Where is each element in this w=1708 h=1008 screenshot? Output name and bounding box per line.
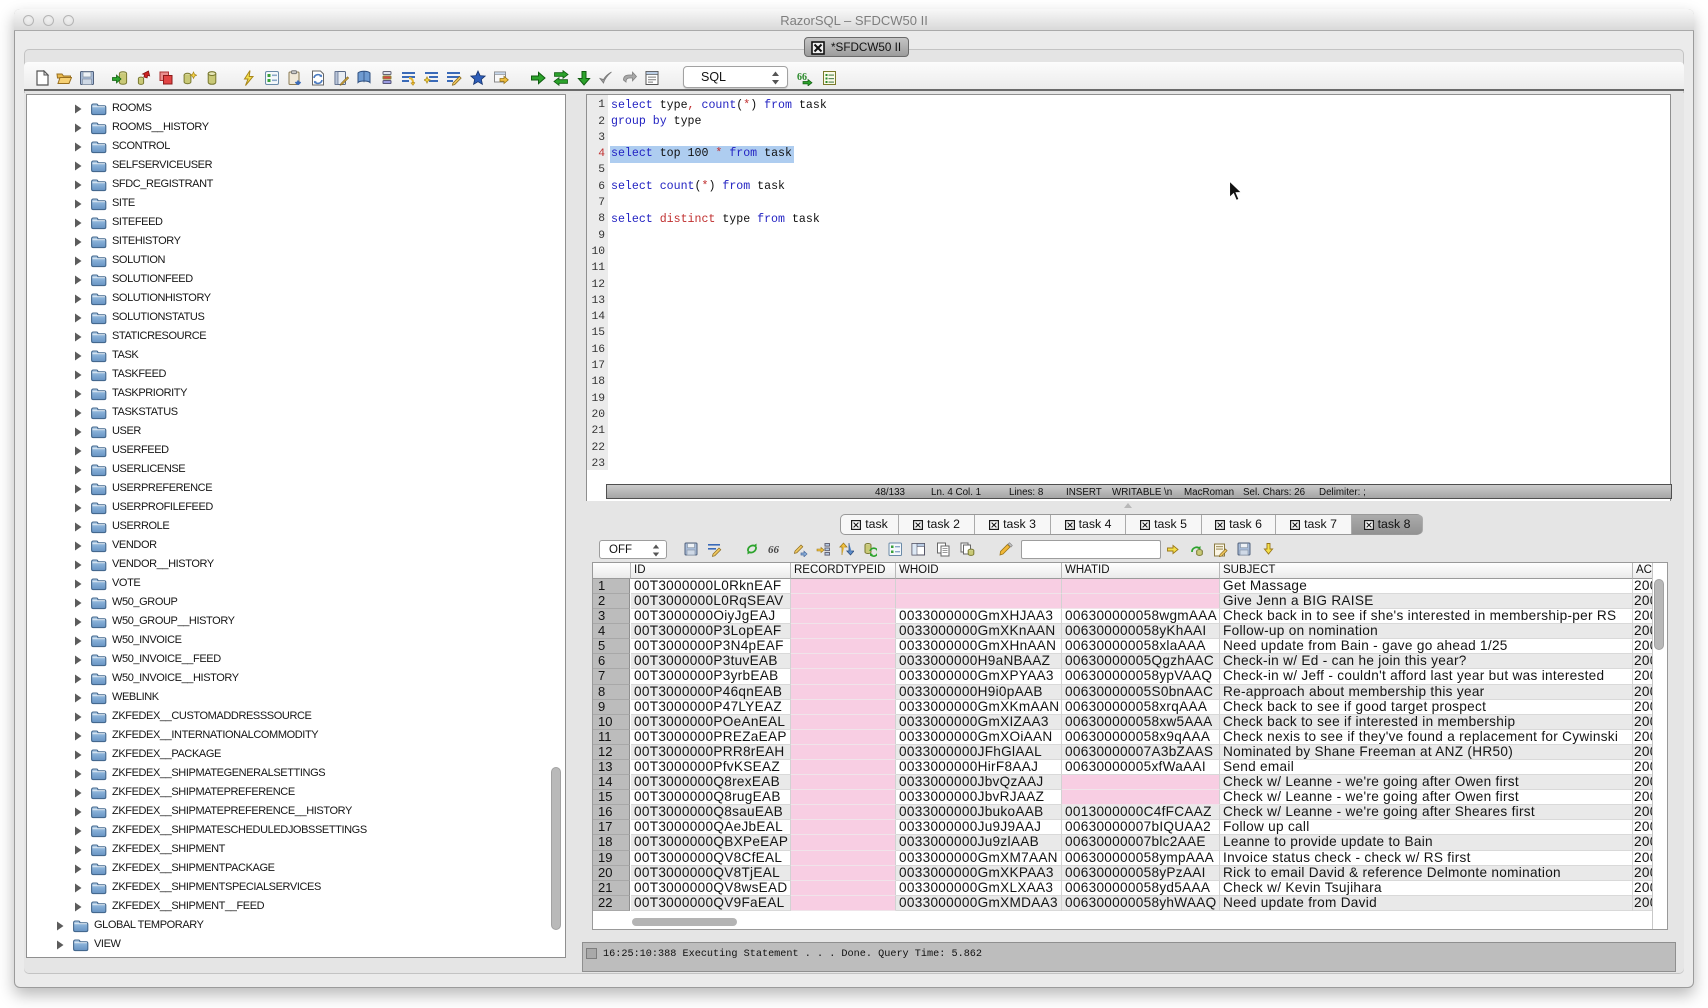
svg-text:66: 66 bbox=[768, 544, 780, 556]
